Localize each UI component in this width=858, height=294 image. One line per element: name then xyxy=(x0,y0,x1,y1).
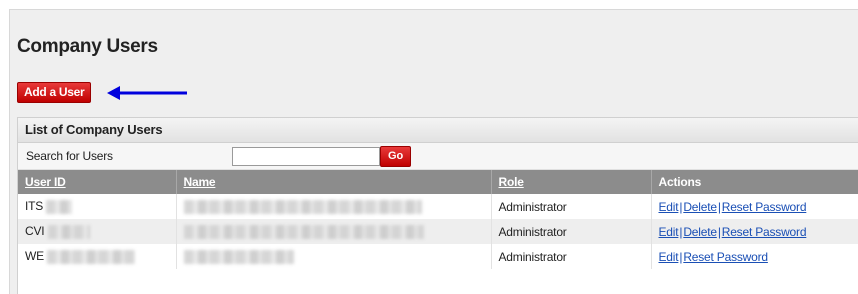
user-id-text: WE xyxy=(25,249,44,264)
name-cell xyxy=(176,194,492,219)
redacted-block xyxy=(183,249,294,264)
page-title: Company Users xyxy=(17,36,158,57)
actions-cell: Edit|Delete|Reset Password xyxy=(651,194,858,219)
user-id-text: CVI xyxy=(25,224,45,239)
users-table: User ID Name Role Actions ITS Administra… xyxy=(18,170,858,269)
user-id-text: ITS xyxy=(25,199,44,214)
reset-password-link[interactable]: Reset Password xyxy=(722,200,807,214)
name-cell xyxy=(176,219,492,244)
name-cell xyxy=(176,244,492,269)
role-cell: Administrator xyxy=(491,219,652,244)
redacted-block xyxy=(46,199,73,214)
list-header: List of Company Users xyxy=(18,118,858,143)
column-header-actions: Actions xyxy=(651,170,858,194)
edit-link[interactable]: Edit xyxy=(659,250,679,264)
sort-user-id-link[interactable]: User ID xyxy=(25,175,66,189)
table-row: WE Administrator Edit|Reset Password xyxy=(18,244,858,269)
user-id-cell: ITS xyxy=(18,194,177,219)
reset-password-link[interactable]: Reset Password xyxy=(683,250,768,264)
column-header-name: Name xyxy=(176,170,492,194)
user-id-cell: CVI xyxy=(18,219,177,244)
role-cell: Administrator xyxy=(491,194,652,219)
role-cell: Administrator xyxy=(491,244,652,269)
sort-role-link[interactable]: Role xyxy=(499,175,524,189)
table-row: CVI Administrator Edit|Delete|Reset Pass… xyxy=(18,219,858,244)
delete-link[interactable]: Delete xyxy=(683,200,717,214)
reset-password-link[interactable]: Reset Password xyxy=(722,225,807,239)
left-arrow-icon xyxy=(107,86,187,100)
actions-cell: Edit|Reset Password xyxy=(651,244,858,269)
table-row: ITS Administrator Edit|Delete|Reset Pass… xyxy=(18,194,858,219)
table-header-row: User ID Name Role Actions xyxy=(18,170,858,194)
search-input[interactable] xyxy=(232,147,380,166)
column-header-user-id: User ID xyxy=(18,170,177,194)
column-header-role: Role xyxy=(491,170,652,194)
user-list-panel: List of Company Users Search for Users G… xyxy=(17,117,858,294)
go-button[interactable]: Go xyxy=(380,146,412,167)
redacted-block xyxy=(183,224,424,239)
actions-cell: Edit|Delete|Reset Password xyxy=(651,219,858,244)
delete-link[interactable]: Delete xyxy=(683,225,717,239)
search-label: Search for Users xyxy=(26,149,113,163)
add-user-button[interactable]: Add a User xyxy=(17,82,92,103)
redacted-block xyxy=(183,199,422,214)
sort-name-link[interactable]: Name xyxy=(184,175,216,189)
user-id-cell: WE xyxy=(18,244,177,269)
search-row: Search for Users Go xyxy=(18,143,858,170)
redacted-block xyxy=(47,224,90,239)
edit-link[interactable]: Edit xyxy=(659,200,679,214)
redacted-block xyxy=(47,249,136,264)
edit-link[interactable]: Edit xyxy=(659,225,679,239)
